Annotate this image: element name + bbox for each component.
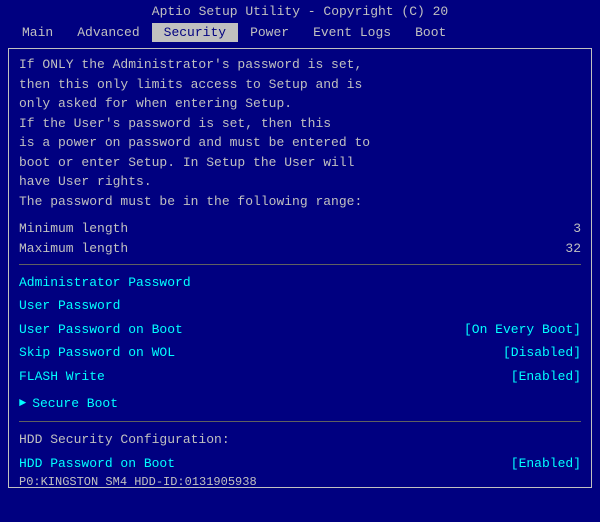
hdd-config-title: HDD Security Configuration: [19, 428, 581, 451]
menu-item-power[interactable]: Power [238, 23, 301, 42]
menu-item-boot[interactable]: Boot [403, 23, 458, 42]
length-section: Minimum length 3 Maximum length 32 [19, 219, 581, 258]
hdd-row: HDD Password on Boot [Enabled] [19, 452, 581, 475]
hdd-row-value: [Enabled] [511, 452, 581, 475]
boot-row-label: FLASH Write [19, 365, 105, 388]
boot-row-label: User Password on Boot [19, 318, 183, 341]
info-line: boot or enter Setup. In Setup the User w… [19, 153, 581, 173]
boot-row: Skip Password on WOL [Disabled] [19, 341, 581, 364]
info-line: only asked for when entering Setup. [19, 94, 581, 114]
links-section: Administrator PasswordUser Password [19, 271, 581, 318]
boot-row-value: [Enabled] [511, 365, 581, 388]
info-line: If ONLY the Administrator's password is … [19, 55, 581, 75]
device-entry: P0:KINGSTON SM4 HDD-ID:0131905938 [19, 475, 581, 488]
password-link[interactable]: Administrator Password [19, 271, 581, 294]
boot-row-value: [On Every Boot] [464, 318, 581, 341]
boot-row-value: [Disabled] [503, 341, 581, 364]
info-line: then this only limits access to Setup an… [19, 75, 581, 95]
length-label: Maximum length [19, 239, 128, 259]
bottom-devices: P0:KINGSTON SM4 HDD-ID:0131905938P1:WDC … [19, 475, 581, 488]
info-line: is a power on password and must be enter… [19, 133, 581, 153]
boot-rows-section: User Password on Boot[On Every Boot]Skip… [19, 318, 581, 388]
length-label: Minimum length [19, 219, 128, 239]
info-line: If the User's password is set, then this [19, 114, 581, 134]
hdd-section: HDD Security Configuration:HDD Password … [19, 428, 581, 475]
info-line: have User rights. [19, 172, 581, 192]
hdd-row-label: HDD Password on Boot [19, 452, 175, 475]
menu-item-advanced[interactable]: Advanced [65, 23, 151, 42]
menu-item-security[interactable]: Security [152, 23, 238, 42]
length-value: 32 [565, 239, 581, 259]
secure-boot-item[interactable]: ► Secure Boot [19, 392, 581, 415]
info-line: The password must be in the following ra… [19, 192, 581, 212]
length-row: Minimum length 3 [19, 219, 581, 239]
info-block: If ONLY the Administrator's password is … [19, 55, 581, 211]
boot-row: FLASH Write [Enabled] [19, 365, 581, 388]
title-text: Aptio Setup Utility - Copyright (C) 20 [152, 4, 448, 19]
arrow-icon: ► [19, 393, 26, 415]
content-area: If ONLY the Administrator's password is … [8, 48, 592, 488]
title-bar: Aptio Setup Utility - Copyright (C) 20 [0, 0, 600, 21]
menu-item-event-logs[interactable]: Event Logs [301, 23, 403, 42]
password-link[interactable]: User Password [19, 294, 581, 317]
secure-boot-label: Secure Boot [32, 392, 118, 415]
menu-bar: MainAdvancedSecurityPowerEvent LogsBoot [0, 21, 600, 44]
menu-item-main[interactable]: Main [10, 23, 65, 42]
length-value: 3 [573, 219, 581, 239]
boot-row: User Password on Boot [On Every Boot] [19, 318, 581, 341]
boot-row-label: Skip Password on WOL [19, 341, 175, 364]
length-row: Maximum length 32 [19, 239, 581, 259]
